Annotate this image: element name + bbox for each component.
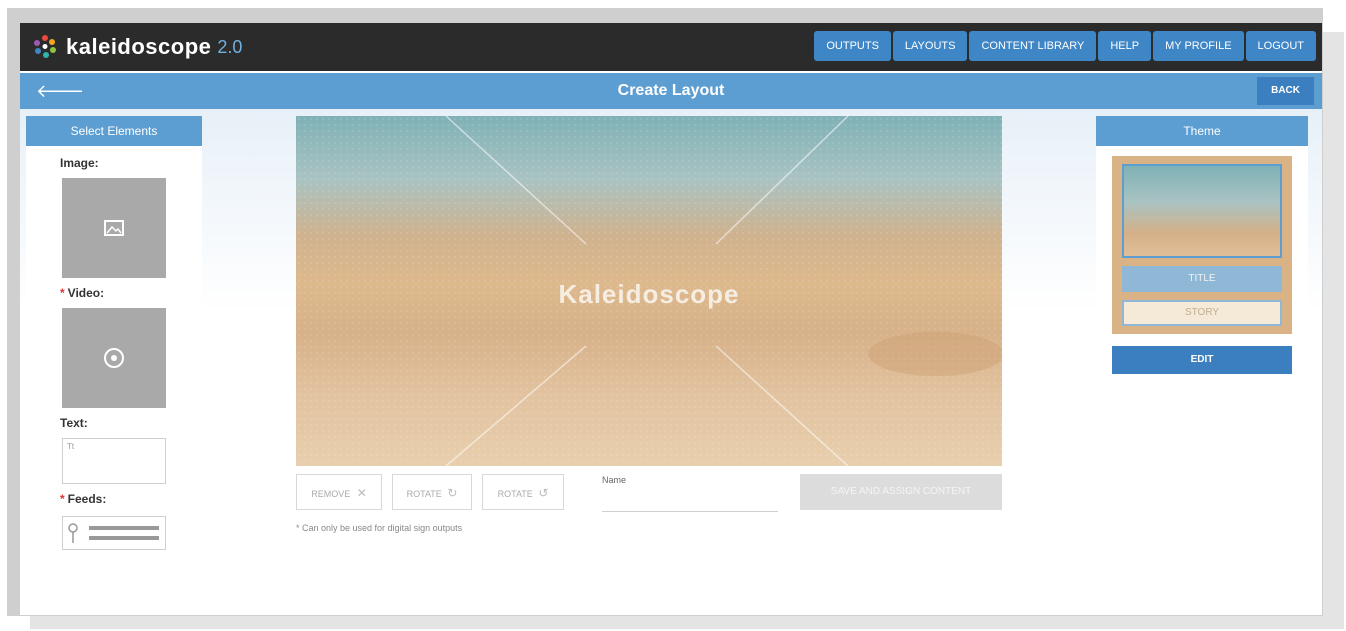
nav-layouts[interactable]: LAYOUTS xyxy=(892,31,968,61)
theme-preview[interactable]: TITLE STORY xyxy=(1112,156,1292,334)
required-mark-feeds: * xyxy=(60,492,65,506)
feeds-label: * Feeds: xyxy=(60,492,106,506)
main-area: Select Elements Image: * Video: Text: Tt … xyxy=(20,109,1322,615)
feeds-label-text: Feeds: xyxy=(67,492,107,506)
rotate-right-button[interactable]: ROTATE ↺ xyxy=(482,474,564,510)
theme-title-area: TITLE xyxy=(1122,266,1282,292)
layout-canvas[interactable]: Kaleidoscope xyxy=(296,116,1002,466)
video-label-text: Video: xyxy=(67,286,105,300)
logo-text: kaleidoscope xyxy=(66,34,212,59)
back-button[interactable]: BACK xyxy=(1257,77,1314,105)
text-element[interactable]: Tt xyxy=(62,438,166,484)
sub-header: Create Layout 🡐 BACK xyxy=(20,73,1322,109)
nav-help[interactable]: HELP xyxy=(1098,31,1152,61)
image-label: Image: xyxy=(60,156,99,170)
rotate-right-label: ROTATE xyxy=(497,489,533,499)
name-field-label: Name xyxy=(602,475,627,485)
top-bar: kaleidoscope 2.0 OUTPUTS LAYOUTS CONTENT… xyxy=(20,23,1322,71)
select-elements-heading: Select Elements xyxy=(26,116,202,146)
main-nav: OUTPUTS LAYOUTS CONTENT LIBRARY HELP MY … xyxy=(814,31,1316,61)
rotate-left-icon: ↻ xyxy=(447,486,458,500)
back-arrow-icon[interactable]: 🡐 xyxy=(36,81,84,101)
video-element[interactable] xyxy=(62,308,166,408)
version-label: 2.0 xyxy=(217,36,243,57)
theme-heading: Theme xyxy=(1096,116,1308,146)
save-and-assign-content-button[interactable]: SAVE AND ASSIGN CONTENT xyxy=(800,474,1002,510)
required-mark: * xyxy=(60,286,65,300)
video-label: * Video: xyxy=(60,286,104,300)
canvas-watermark: Kaleidoscope xyxy=(558,279,740,309)
rotate-right-icon: ↺ xyxy=(538,486,549,500)
screenshot-frame: kaleidoscope 2.0 OUTPUTS LAYOUTS CONTENT… xyxy=(7,8,1323,616)
image-element[interactable] xyxy=(62,178,166,278)
close-icon: ✕ xyxy=(356,486,367,500)
image-icon xyxy=(62,178,166,278)
select-elements-panel: Select Elements Image: * Video: Text: Tt … xyxy=(26,116,202,552)
theme-image-area xyxy=(1122,164,1282,258)
remove-button[interactable]: REMOVE ✕ xyxy=(296,474,382,510)
nav-outputs[interactable]: OUTPUTS xyxy=(814,31,891,61)
remove-label: REMOVE xyxy=(311,489,351,499)
logo[interactable]: kaleidoscope 2.0 xyxy=(32,33,242,61)
theme-panel: Theme TITLE STORY EDIT xyxy=(1096,116,1308,382)
nav-my-profile[interactable]: MY PROFILE xyxy=(1153,31,1244,61)
video-play-icon xyxy=(62,308,166,408)
name-input[interactable] xyxy=(602,489,778,512)
page-title: Create Layout xyxy=(617,82,725,99)
app-window: kaleidoscope 2.0 OUTPUTS LAYOUTS CONTENT… xyxy=(20,23,1322,615)
feed-icon xyxy=(68,523,159,543)
rotate-left-button[interactable]: ROTATE ↻ xyxy=(392,474,472,510)
text-label: Text: xyxy=(60,416,88,430)
nav-logout[interactable]: LOGOUT xyxy=(1245,31,1316,61)
feeds-element[interactable] xyxy=(62,516,166,550)
edit-theme-button[interactable]: EDIT xyxy=(1112,346,1292,374)
nav-content-library[interactable]: CONTENT LIBRARY xyxy=(969,31,1097,61)
digital-sign-note: * Can only be used for digital sign outp… xyxy=(296,523,463,533)
rotate-left-label: ROTATE xyxy=(406,489,442,499)
theme-story-area: STORY xyxy=(1122,300,1282,326)
kaleidoscope-logo-icon xyxy=(32,34,58,60)
